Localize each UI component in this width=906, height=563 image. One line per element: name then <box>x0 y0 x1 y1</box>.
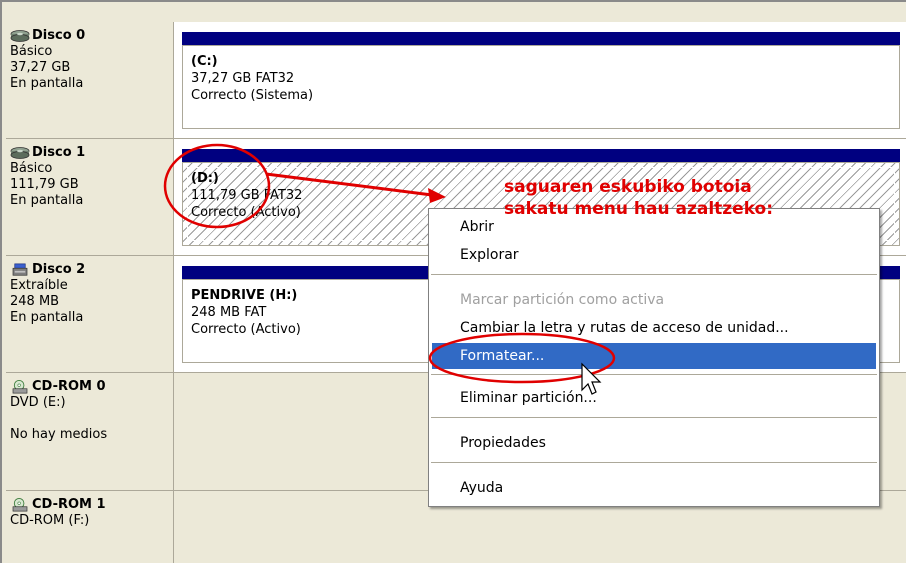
disk-name: CD-ROM 0 <box>10 379 173 395</box>
removable-disk-icon <box>12 263 28 276</box>
menu-item-eliminar[interactable]: Eliminar partición... <box>432 387 876 409</box>
hard-disk-icon <box>10 147 30 159</box>
annotation-line-2: sakatu menu hau azaltzeko: <box>504 199 774 219</box>
disk-type: DVD (E:) <box>10 395 66 410</box>
disk-name: Disco 1 <box>10 145 173 161</box>
volume-label: (C:) <box>191 54 218 69</box>
disk-info-panel[interactable]: CD-ROM 1 CD-ROM (F:) <box>6 491 174 563</box>
menu-item-formatear[interactable]: Formatear... <box>432 343 876 369</box>
disk-name-label: CD-ROM 0 <box>32 379 106 394</box>
disk-status: En pantalla <box>10 193 84 208</box>
menu-separator <box>431 417 877 418</box>
cdrom-icon <box>12 498 28 512</box>
disk-type: Básico <box>10 161 53 176</box>
menu-item-propiedades[interactable]: Propiedades <box>432 432 876 454</box>
disk-type: CD-ROM (F:) <box>10 513 90 528</box>
menu-item-ayuda[interactable]: Ayuda <box>432 477 876 499</box>
disk-name: Disco 2 <box>10 262 173 278</box>
disk-name-label: Disco 2 <box>32 262 86 277</box>
disk-name: CD-ROM 1 <box>10 497 173 513</box>
menu-separator <box>431 374 877 375</box>
disk-info-panel[interactable]: Disco 0 Básico 37,27 GB En pantalla <box>6 22 174 139</box>
menu-item-cambiar-letra[interactable]: Cambiar la letra y rutas de acceso de un… <box>432 317 876 339</box>
menu-separator <box>431 274 877 275</box>
disk-type: Básico <box>10 44 53 59</box>
disk-size <box>10 411 173 427</box>
disk-size: 37,27 GB <box>10 60 71 75</box>
disk-name-label: Disco 0 <box>32 28 86 43</box>
context-menu: Abrir Explorar Marcar partición como act… <box>428 208 880 507</box>
menu-separator <box>431 462 877 463</box>
disk-name-label: CD-ROM 1 <box>32 497 106 512</box>
menu-item-marcar-activa: Marcar partición como activa <box>460 292 665 308</box>
volume-info: 37,27 GB FAT32 <box>191 71 295 86</box>
disk-status: No hay medios <box>10 427 108 442</box>
cdrom-icon <box>12 380 28 394</box>
volume-state: Correcto (Sistema) <box>191 88 314 103</box>
menu-item-abrir[interactable]: Abrir <box>432 216 876 238</box>
partition-bar <box>182 32 900 45</box>
disk-name-label: Disco 1 <box>32 145 86 160</box>
disk-management-view: Disco 0 Básico 37,27 GB En pantalla (C:)… <box>0 0 906 563</box>
disk-status: En pantalla <box>10 310 84 325</box>
disk-status: En pantalla <box>10 76 84 91</box>
annotation-line-1: saguaren eskubiko botoia <box>504 177 752 197</box>
disk-type: Extraíble <box>10 278 68 293</box>
partition-area: (C:) 37,27 GB FAT32 Correcto (Sistema) <box>174 22 906 139</box>
disk-info-panel[interactable]: Disco 1 Básico 111,79 GB En pantalla <box>6 139 174 256</box>
menu-item-explorar[interactable]: Explorar <box>432 244 876 266</box>
partition-bar <box>182 149 900 162</box>
disk-size: 248 MB <box>10 294 60 309</box>
disk-name: Disco 0 <box>10 28 173 44</box>
volume-c[interactable]: (C:) 37,27 GB FAT32 Correcto (Sistema) <box>182 45 900 129</box>
disk-info-panel[interactable]: CD-ROM 0 DVD (E:) No hay medios <box>6 373 174 491</box>
disk-size: 111,79 GB <box>10 177 79 192</box>
disk-info-panel[interactable]: Disco 2 Extraíble 248 MB En pantalla <box>6 256 174 373</box>
hard-disk-icon <box>10 30 30 42</box>
disk-row-0: Disco 0 Básico 37,27 GB En pantalla (C:)… <box>6 22 906 139</box>
